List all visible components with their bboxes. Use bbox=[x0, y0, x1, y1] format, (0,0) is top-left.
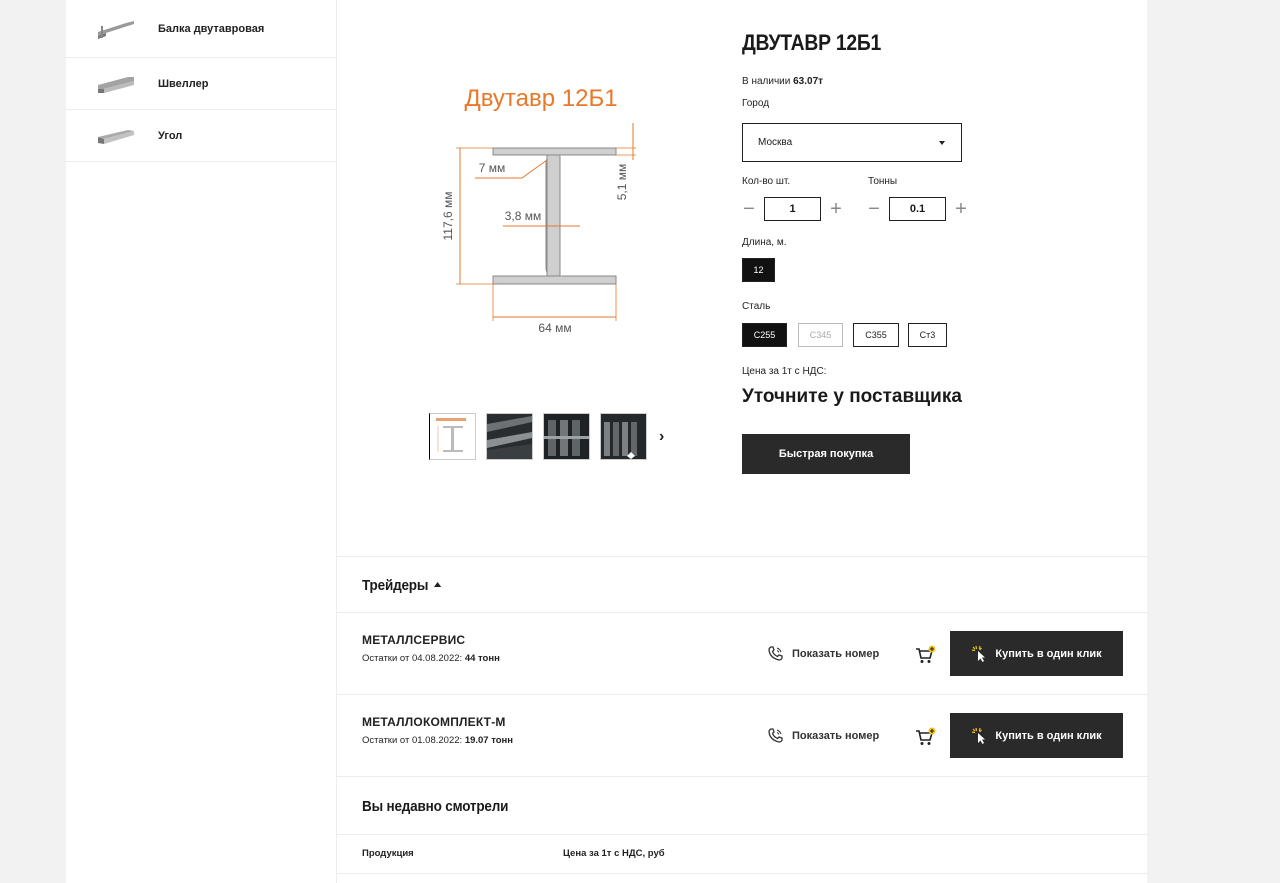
trader-name[interactable]: МЕТАЛЛОКОМПЛЕКТ-М bbox=[362, 715, 506, 729]
trader-stock-prefix: Остатки от 01.08.2022: bbox=[362, 735, 463, 746]
sidebar-item-label: Угол bbox=[158, 129, 183, 142]
trader-stock-value: 44 тонн bbox=[464, 653, 500, 664]
traders-heading[interactable]: Трейдеры bbox=[362, 577, 441, 594]
sidebar-item-label: Балка двутавровая bbox=[158, 22, 265, 35]
steel-option-st3[interactable]: Ст3 bbox=[908, 323, 947, 347]
plus-icon[interactable]: + bbox=[950, 199, 972, 219]
buy-one-click-button[interactable]: Купить в один клик bbox=[950, 631, 1123, 676]
minus-icon[interactable]: − bbox=[863, 199, 885, 219]
tons-stepper: − 0.1 + bbox=[863, 197, 972, 221]
trader-stock-prefix: Остатки от 04.08.2022: bbox=[362, 653, 463, 664]
caret-up-icon[interactable] bbox=[433, 581, 441, 587]
trader-stock-value: 19.07 тонн bbox=[464, 735, 514, 746]
thumbnail[interactable] bbox=[543, 413, 590, 460]
thickness-dim: 5,1 мм bbox=[615, 164, 629, 201]
i-beam-drawing: Двутавр 12Б1 117,6 мм 64 мм 5,1 мм 7 мм … bbox=[441, 85, 636, 335]
sidebar-item-label: Швеллер bbox=[158, 77, 209, 90]
stock-info: В наличии 63.07т bbox=[742, 76, 823, 87]
show-phone-button[interactable]: Показать номер bbox=[767, 727, 879, 744]
sidebar-item-channel[interactable]: Швеллер bbox=[66, 58, 336, 110]
channel-icon bbox=[96, 73, 136, 95]
buy-one-click-button[interactable]: Купить в один клик bbox=[950, 713, 1123, 758]
divider bbox=[337, 834, 1148, 835]
tons-label: Тонны bbox=[868, 176, 898, 187]
trader-row: МЕТАЛЛОКОМПЛЕКТ-М Остатки от 01.08.2022:… bbox=[337, 695, 1148, 777]
steel-option-c255[interactable]: С255 bbox=[742, 323, 787, 347]
length-option[interactable]: 12 bbox=[742, 258, 775, 282]
i-beam-icon bbox=[96, 18, 136, 40]
thumbnail-strip: › bbox=[429, 413, 664, 460]
trader-stock: Остатки от 01.08.2022: 19.07 тонн bbox=[362, 735, 513, 746]
trader-row: МЕТАЛЛСЕРВИС Остатки от 04.08.2022: 44 т… bbox=[337, 613, 1148, 695]
length-label: Длина, м. bbox=[742, 237, 787, 248]
trader-stock: Остатки от 04.08.2022: 44 тонн bbox=[362, 653, 500, 664]
buy-one-click-label: Купить в один клик bbox=[995, 647, 1102, 660]
flange-dim: 7 мм bbox=[479, 161, 506, 175]
add-to-cart-icon[interactable] bbox=[915, 645, 937, 665]
show-phone-label: Показать номер bbox=[792, 729, 880, 742]
add-to-cart-icon[interactable] bbox=[915, 727, 937, 747]
chevron-down-icon bbox=[939, 141, 945, 145]
sidebar-item-angle[interactable]: Угол bbox=[66, 110, 336, 162]
recent-heading: Вы недавно смотрели bbox=[362, 798, 509, 815]
qty-stepper: − 1 + bbox=[738, 197, 847, 221]
image-caption: Двутавр 12Б1 bbox=[464, 85, 617, 112]
steel-option-c345[interactable]: С345 bbox=[798, 323, 843, 347]
price-label: Цена за 1т с НДС: bbox=[742, 366, 827, 377]
product-image[interactable]: Двутавр 12Б1 117,6 мм 64 мм 5,1 мм 7 мм … bbox=[430, 68, 652, 354]
column-header-product: Продукция bbox=[362, 848, 414, 859]
divider bbox=[337, 873, 1148, 874]
divider bbox=[337, 776, 1148, 777]
show-phone-label: Показать номер bbox=[792, 647, 880, 660]
show-phone-button[interactable]: Показать номер bbox=[767, 645, 879, 662]
plus-icon[interactable]: + bbox=[825, 199, 847, 219]
buy-one-click-label: Купить в один клик bbox=[995, 729, 1102, 742]
thumbnail[interactable] bbox=[429, 413, 476, 460]
city-label: Город bbox=[742, 98, 770, 109]
height-dim: 117,6 мм bbox=[441, 192, 455, 241]
steel-label: Сталь bbox=[742, 301, 771, 312]
price-value: Уточните у поставщика bbox=[742, 386, 962, 407]
divider bbox=[337, 556, 1148, 557]
angle-icon bbox=[96, 125, 136, 147]
thumbnail[interactable] bbox=[600, 413, 647, 460]
city-value: Москва bbox=[758, 137, 793, 148]
sidebar-item-i-beam[interactable]: Балка двутавровая bbox=[66, 0, 336, 58]
traders-title: Трейдеры bbox=[362, 577, 429, 594]
chevron-right-icon[interactable]: › bbox=[659, 428, 664, 446]
phone-icon bbox=[767, 645, 784, 662]
steel-option-c355[interactable]: С355 bbox=[853, 323, 899, 347]
thumbnail[interactable] bbox=[486, 413, 533, 460]
phone-icon bbox=[767, 727, 784, 744]
stock-prefix: В наличии bbox=[742, 76, 791, 87]
width-dim: 64 мм bbox=[538, 321, 571, 335]
quick-buy-button[interactable]: Быстрая покупка bbox=[742, 434, 910, 474]
cursor-click-icon bbox=[971, 727, 989, 745]
column-header-price: Цена за 1т с НДС, руб bbox=[563, 848, 665, 859]
city-select[interactable]: Москва bbox=[742, 123, 962, 162]
category-sidebar: Балка двутавровая Швеллер Угол bbox=[66, 0, 336, 883]
tons-input[interactable]: 0.1 bbox=[889, 197, 946, 221]
product-main: Двутавр 12Б1 117,6 мм 64 мм 5,1 мм 7 мм … bbox=[336, 0, 1148, 883]
minus-icon[interactable]: − bbox=[738, 199, 760, 219]
qty-label: Кол-во шт. bbox=[742, 176, 791, 187]
web-dim: 3,8 мм bbox=[505, 209, 542, 223]
trader-name[interactable]: МЕТАЛЛСЕРВИС bbox=[362, 633, 465, 647]
stock-value: 63.07т bbox=[793, 76, 824, 87]
product-title: ДВУТАВР 12Б1 bbox=[742, 30, 881, 55]
cursor-click-icon bbox=[971, 645, 989, 663]
qty-input[interactable]: 1 bbox=[764, 197, 821, 221]
